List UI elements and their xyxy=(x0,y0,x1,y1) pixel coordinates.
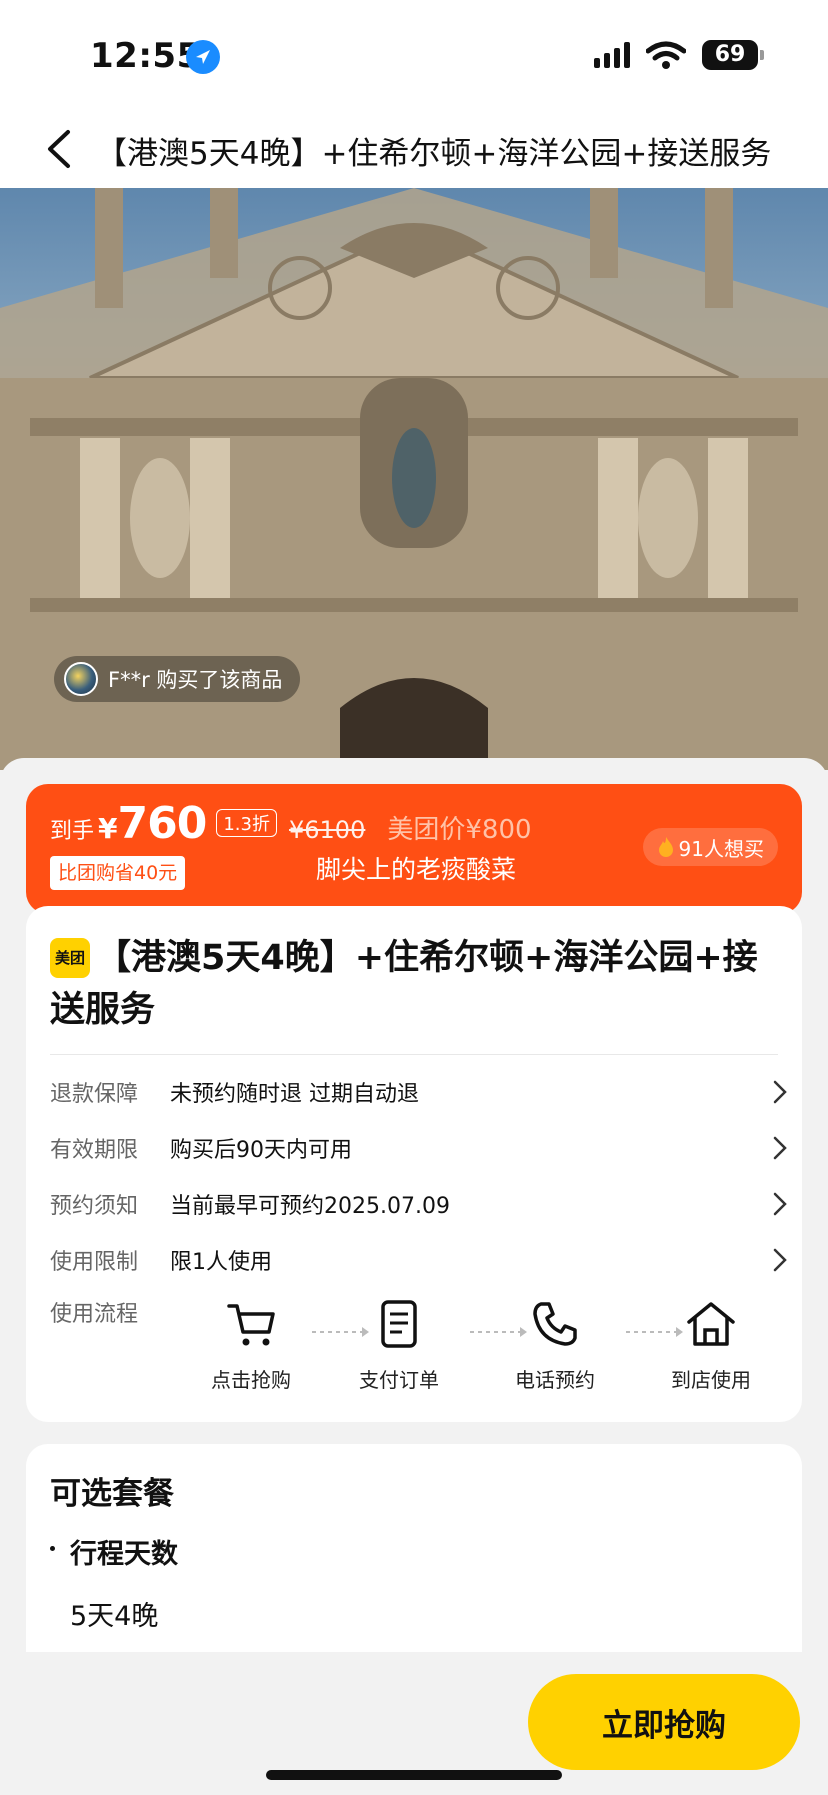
nav-title: 【港澳5天4晚】+住希尔顿+海洋公园+接送服务 xyxy=(96,136,772,172)
info-row-validity[interactable]: 有效期限 购买后90天内可用 xyxy=(50,1128,790,1168)
wifi-icon xyxy=(646,41,686,69)
info-label: 使用限制 xyxy=(50,1250,139,1275)
chevron-right-icon xyxy=(773,1192,787,1216)
discount-badge: 1.3折 xyxy=(216,809,277,837)
document-icon xyxy=(381,1300,417,1348)
info-label: 使用流程 xyxy=(50,1302,139,1327)
flow-step-store: 到店使用 xyxy=(656,1296,766,1393)
info-value: 未预约随时退 过期自动退 xyxy=(170,1082,419,1107)
status-bar: 12:55 69 xyxy=(0,0,828,110)
price-row: 到手 ¥ 760 1.3折 ¥6100 美团价¥800 xyxy=(50,798,532,849)
info-value: 限1人使用 xyxy=(170,1250,272,1275)
product-title: 【港澳5天4晚】+住希尔顿+海洋公园+接送服务 xyxy=(50,938,758,1030)
info-label: 有效期限 xyxy=(50,1138,139,1163)
shop-name[interactable]: 脚尖上的老痰酸菜 xyxy=(280,850,552,886)
price-banner: 到手 ¥ 760 1.3折 ¥6100 美团价¥800 比团购省40元 脚尖上的… xyxy=(26,784,802,914)
cellular-signal-icon xyxy=(594,42,630,68)
chevron-right-icon xyxy=(773,1248,787,1272)
info-row-refund[interactable]: 退款保障 未预约随时退 过期自动退 xyxy=(50,1072,790,1112)
currency-symbol: ¥ xyxy=(98,812,118,845)
want-count-text: 91人想买 xyxy=(678,836,764,861)
want-count-badge: 91人想买 xyxy=(642,828,778,866)
flow-step-label: 电话预约 xyxy=(515,1368,595,1392)
info-value: 购买后90天内可用 xyxy=(170,1138,352,1163)
divider xyxy=(50,1054,778,1055)
battery-indicator: 69 xyxy=(702,40,764,70)
home-icon xyxy=(687,1302,735,1346)
chevron-right-icon xyxy=(773,1080,787,1104)
final-price: 760 xyxy=(117,798,208,849)
status-indicators: 69 xyxy=(594,40,764,70)
hero-image[interactable]: F**r 购买了该商品 xyxy=(0,188,828,770)
final-price-label: 到手 xyxy=(50,819,95,844)
back-arrow-icon[interactable] xyxy=(40,126,80,172)
avatar xyxy=(64,662,98,696)
info-row-usage-limit[interactable]: 使用限制 限1人使用 xyxy=(50,1240,790,1280)
location-arrow-icon xyxy=(186,40,220,74)
package-title: 可选套餐 xyxy=(50,1476,174,1512)
fire-icon xyxy=(658,837,673,857)
savings-tag: 比团购省40元 xyxy=(50,856,186,890)
home-indicator xyxy=(266,1770,562,1780)
flow-step-pay: 支付订单 xyxy=(344,1296,454,1393)
flow-step-phone: 电话预约 xyxy=(500,1296,610,1393)
recent-buyer-text: F**r 购买了该商品 xyxy=(108,668,283,692)
original-price: ¥6100 xyxy=(289,816,366,844)
product-info-card: 美团 【港澳5天4晚】+住希尔顿+海洋公园+接送服务 退款保障 未预约随时退 过… xyxy=(26,906,802,1422)
info-row-booking[interactable]: 预约须知 当前最早可预约2025.07.09 xyxy=(50,1184,790,1224)
info-label: 退款保障 xyxy=(50,1082,139,1107)
nav-bar: 【港澳5天4晚】+住希尔顿+海洋公园+接送服务 xyxy=(0,110,828,188)
phone-icon xyxy=(533,1302,577,1346)
flow-step-purchase: 点击抢购 xyxy=(196,1296,306,1393)
flow-step-label: 点击抢购 xyxy=(211,1368,291,1392)
package-section-title: 行程天数 xyxy=(70,1539,178,1570)
cart-icon xyxy=(227,1304,275,1346)
info-value: 当前最早可预约2025.07.09 xyxy=(170,1194,450,1219)
status-time: 12:55 xyxy=(90,36,201,76)
flow-step-label: 支付订单 xyxy=(359,1368,439,1392)
info-label: 预约须知 xyxy=(50,1194,139,1219)
buy-now-button[interactable]: 立即抢购 xyxy=(528,1674,800,1770)
package-options-card: 可选套餐 行程天数 5天4晚 xyxy=(26,1444,802,1664)
package-option[interactable]: 5天4晚 xyxy=(70,1594,158,1633)
flow-step-label: 到店使用 xyxy=(671,1368,751,1392)
bullet-dot xyxy=(50,1546,55,1551)
meituan-price: 美团价¥800 xyxy=(387,815,532,845)
recent-buyer-pill: F**r 购买了该商品 xyxy=(54,656,301,702)
chevron-right-icon xyxy=(773,1136,787,1160)
